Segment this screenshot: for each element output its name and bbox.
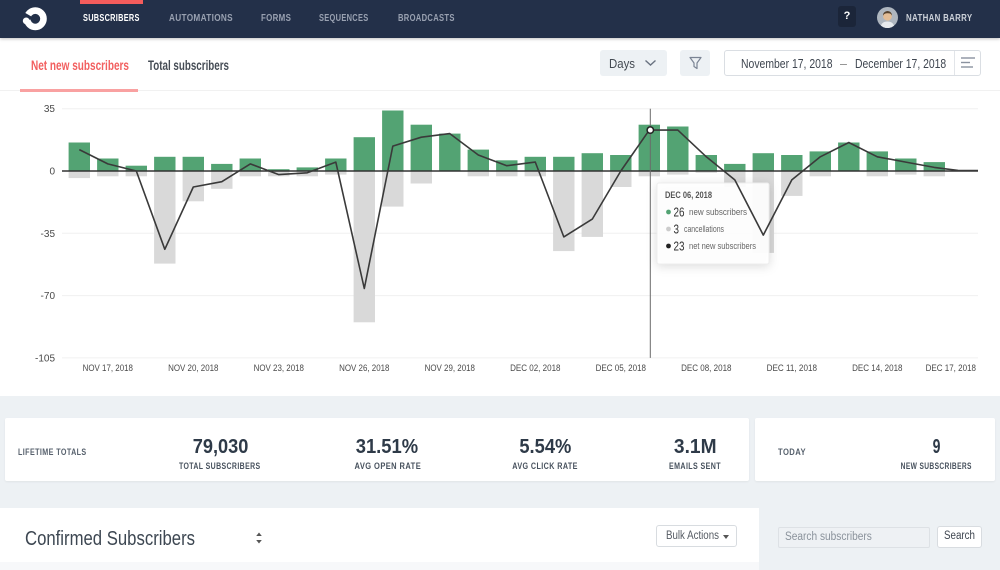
- svg-text:-70: -70: [41, 291, 56, 302]
- svg-text:NOV 26, 2018: NOV 26, 2018: [339, 363, 389, 374]
- svg-text:26: 26: [674, 206, 685, 220]
- svg-text:net new subscribers: net new subscribers: [689, 241, 756, 251]
- svg-text:-35: -35: [41, 229, 56, 240]
- svg-text:DEC 17, 2018: DEC 17, 2018: [926, 363, 976, 374]
- svg-text:0: 0: [49, 167, 55, 178]
- svg-text:DEC 08, 2018: DEC 08, 2018: [681, 363, 731, 374]
- svg-text:DEC 14, 2018: DEC 14, 2018: [852, 363, 902, 374]
- svg-text:DEC 02, 2018: DEC 02, 2018: [510, 363, 560, 374]
- svg-text:NOV 29, 2018: NOV 29, 2018: [425, 363, 475, 374]
- svg-text:new subscribers: new subscribers: [689, 207, 747, 217]
- svg-text:cancellations: cancellations: [684, 224, 724, 234]
- svg-text:NOV 17, 2018: NOV 17, 2018: [83, 363, 133, 374]
- svg-text:DEC 05, 2018: DEC 05, 2018: [596, 363, 646, 374]
- svg-text:23: 23: [674, 240, 685, 254]
- svg-text:NOV 23, 2018: NOV 23, 2018: [254, 363, 304, 374]
- svg-text:DEC 06, 2018: DEC 06, 2018: [665, 190, 712, 200]
- svg-text:-105: -105: [35, 353, 55, 364]
- svg-text:35: 35: [44, 104, 56, 115]
- svg-text:3: 3: [674, 223, 680, 237]
- svg-text:DEC 11, 2018: DEC 11, 2018: [767, 363, 817, 374]
- svg-text:NOV 20, 2018: NOV 20, 2018: [168, 363, 218, 374]
